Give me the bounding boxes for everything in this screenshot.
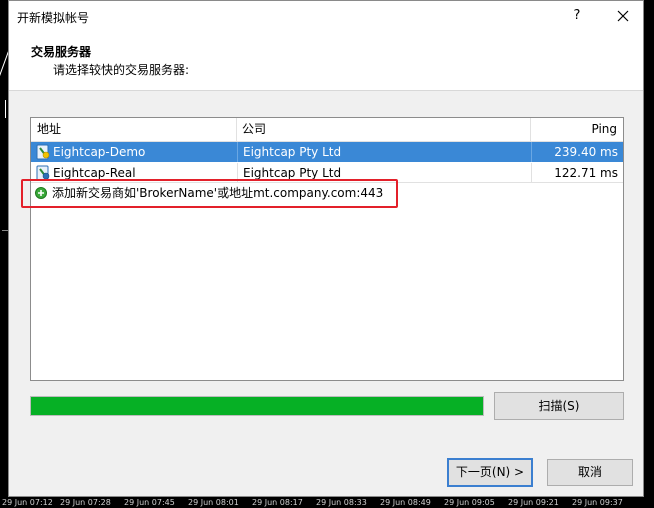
next-button[interactable]: 下一页(N) > [447,458,533,487]
page-subtitle: 请选择较快的交易服务器: [53,63,190,77]
column-address[interactable]: 地址 [31,118,237,141]
background-chart [0,0,8,497]
close-icon [617,10,629,22]
scan-button[interactable]: 扫描(S) [494,392,624,420]
background-time-axis: 29 Jun 07:12 29 Jun 07:28 29 Jun 07:45 2… [0,497,654,508]
list-header: 地址 公司 Ping [31,118,623,142]
close-button[interactable] [609,5,637,27]
server-row-eightcap-demo[interactable]: Eightcap-Demo Eightcap Pty Ltd 239.40 ms [31,142,623,162]
cancel-button[interactable]: 取消 [547,459,633,486]
open-demo-account-dialog: 开新模拟帐号 ? 交易服务器 请选择较快的交易服务器: 地址 公司 Ping E… [8,0,644,497]
column-ping[interactable]: Ping [531,118,623,141]
server-company: Eightcap Pty Ltd [237,142,341,162]
server-icon [36,144,50,160]
dialog-title: 开新模拟帐号 [17,11,90,25]
server-ping: 239.40 ms [531,142,624,162]
server-list[interactable]: 地址 公司 Ping Eightcap-Demo Eightcap Pty Lt… [30,117,624,381]
scan-progress-bar [30,396,484,416]
server-address: Eightcap-Demo [53,145,146,159]
page-header: 交易服务器 请选择较快的交易服务器: [9,32,643,91]
annotation-highlight-box [21,179,398,208]
title-bar: 开新模拟帐号 ? [9,1,643,32]
server-ping: 122.71 ms [531,163,624,183]
scan-progress-fill [31,397,483,415]
column-company[interactable]: 公司 [237,118,531,141]
help-button[interactable]: ? [565,5,589,27]
page-title: 交易服务器 [31,45,92,59]
